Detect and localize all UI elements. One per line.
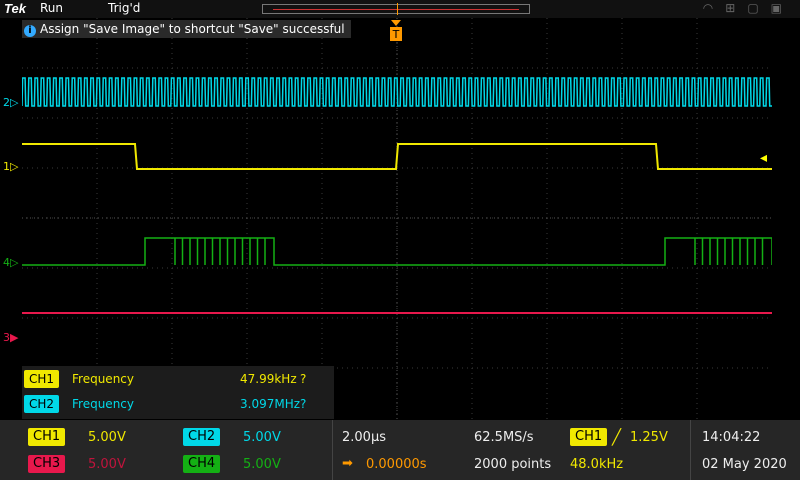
trigger-source-badge[interactable]: CH1 (570, 428, 608, 446)
ch2-badge[interactable]: CH2 (183, 428, 221, 446)
rising-edge-icon: ╱ (612, 428, 622, 446)
status-icons: ◠⊞▢▣ (703, 1, 794, 15)
ch3-badge[interactable]: CH3 (28, 455, 66, 473)
ch4-marker[interactable]: 4▷ (3, 256, 18, 269)
trigger-level[interactable]: 1.25V (630, 430, 668, 445)
trigger-marker-letter: T (392, 28, 400, 41)
ch4-badge[interactable]: CH4 (183, 455, 221, 473)
ch4-scale[interactable]: 5.00V (243, 457, 281, 472)
horizontal-scale[interactable]: 2.00µs (342, 430, 386, 445)
measurement-flag: ? (300, 372, 307, 386)
notification-banner[interactable]: i Assign "Save Image" to shortcut "Save" … (22, 20, 351, 38)
ch3-marker[interactable]: 3▶ (3, 331, 18, 344)
network-icon: ⊞ (725, 1, 748, 15)
file-icon: ▢ (747, 1, 771, 15)
horizontal-position[interactable]: 0.00000s (366, 457, 427, 472)
measurement-channel-badge: CH1 (24, 370, 60, 388)
waveform-graticule[interactable] (22, 18, 772, 419)
clock-date: 02 May 2020 (702, 457, 787, 472)
top-status-bar: Tek Run Trig'd ◠⊞▢▣ (0, 0, 800, 18)
wifi-icon: ◠ (702, 1, 726, 15)
ch2-waveform (22, 77, 772, 107)
trigger-status: Trig'd (108, 1, 141, 15)
measurement-channel-badge: CH2 (24, 395, 60, 413)
ch1-marker[interactable]: 1▷ (3, 160, 18, 173)
trigger-level-arrow[interactable]: ◂ (760, 150, 767, 166)
trigger-frequency: 48.0kHz (570, 457, 624, 472)
measurement-name: Frequency (72, 397, 134, 411)
ch2-scale[interactable]: 5.00V (243, 430, 281, 445)
run-status[interactable]: Run (40, 1, 63, 15)
tek-logo: Tek (4, 1, 26, 16)
sample-rate[interactable]: 62.5MS/s (474, 430, 534, 445)
trigger-position-marker[interactable]: T (390, 20, 402, 42)
ch3-scale[interactable]: 5.00V (88, 457, 126, 472)
info-icon: i (24, 25, 36, 37)
window-icon: ▣ (770, 1, 794, 15)
measurement-value: 3.097MHz (240, 397, 301, 411)
clock-time: 14:04:22 (702, 430, 761, 445)
measurement-row-ch2[interactable]: CH2 Frequency 3.097MHz ? (24, 394, 332, 414)
record-timeline[interactable] (262, 3, 530, 15)
record-length[interactable]: 2000 points (474, 457, 551, 472)
notification-text: Assign "Save Image" to shortcut "Save" s… (40, 22, 345, 36)
measurement-row-ch1[interactable]: CH1 Frequency 47.99kHz ? (24, 369, 332, 389)
measurement-value: 47.99kHz (240, 372, 297, 386)
ch1-waveform (22, 143, 772, 170)
ch1-scale[interactable]: 5.00V (88, 430, 126, 445)
ch2-marker[interactable]: 2▷ (3, 96, 18, 109)
measurement-name: Frequency (72, 372, 134, 386)
measurement-panel[interactable]: CH1 Frequency 47.99kHz ? CH2 Frequency 3… (22, 366, 334, 419)
ch1-badge[interactable]: CH1 (28, 428, 66, 446)
measurement-flag: ? (300, 397, 307, 411)
horizontal-position-icon: ➡ (342, 456, 353, 471)
